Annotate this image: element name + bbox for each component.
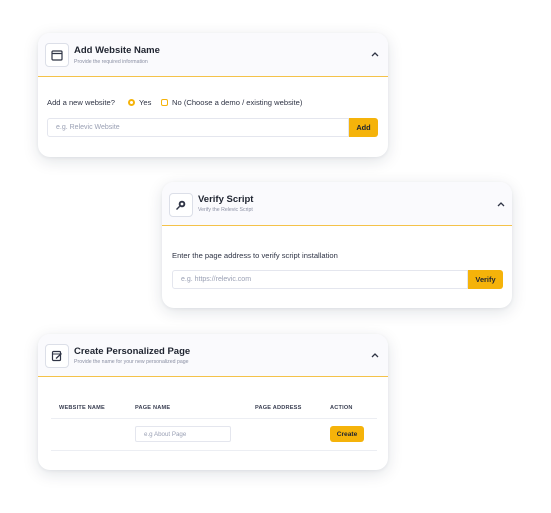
card-header[interactable]: Add Website Name Provide the required in…	[38, 33, 388, 77]
verify-instruction: Enter the page address to verify script …	[172, 251, 338, 260]
card-subtitle: Provide the name for your new personaliz…	[74, 359, 189, 365]
browser-window-icon	[45, 43, 69, 67]
website-name-input[interactable]: e.g. Relevic Website	[47, 118, 349, 137]
page-name-input[interactable]: e.g About Page	[135, 426, 231, 442]
add-website-card: Add Website Name Provide the required in…	[38, 33, 388, 157]
table-divider	[51, 418, 377, 419]
add-website-question: Add a new website?	[47, 98, 115, 107]
page-edit-icon	[45, 344, 69, 368]
column-header: ACTION	[330, 405, 353, 411]
verify-script-card: Verify Script Verify the Relevic Script …	[162, 182, 512, 308]
card-title: Create Personalized Page	[74, 346, 191, 357]
column-header: PAGE ADDRESS	[255, 405, 302, 411]
radio-no-label: No (Choose a demo / existing website)	[172, 98, 303, 107]
radio-yes-label: Yes	[139, 98, 152, 107]
card-title: Add Website Name	[74, 45, 160, 56]
radio-yes[interactable]	[128, 99, 135, 106]
card-subtitle: Provide the required information	[74, 59, 148, 65]
card-header[interactable]: Verify Script Verify the Relevic Script	[162, 182, 512, 226]
card-title: Verify Script	[198, 194, 254, 205]
column-header: PAGE NAME	[135, 405, 171, 411]
create-page-card: Create Personalized Page Provide the nam…	[38, 334, 388, 470]
card-header[interactable]: Create Personalized Page Provide the nam…	[38, 334, 388, 377]
chevron-up-icon[interactable]	[368, 47, 382, 61]
add-button[interactable]: Add	[349, 118, 378, 137]
chevron-up-icon[interactable]	[494, 197, 508, 211]
verify-button[interactable]: Verify	[468, 270, 503, 289]
card-subtitle: Verify the Relevic Script	[198, 207, 253, 213]
magnifier-icon	[169, 193, 193, 217]
radio-no[interactable]	[161, 99, 168, 106]
chevron-up-icon[interactable]	[368, 348, 382, 362]
page-address-input[interactable]: e.g. https://relevic.com	[172, 270, 468, 289]
table-divider	[51, 450, 377, 451]
create-button[interactable]: Create	[330, 426, 364, 442]
column-header: WEBSITE NAME	[59, 405, 105, 411]
